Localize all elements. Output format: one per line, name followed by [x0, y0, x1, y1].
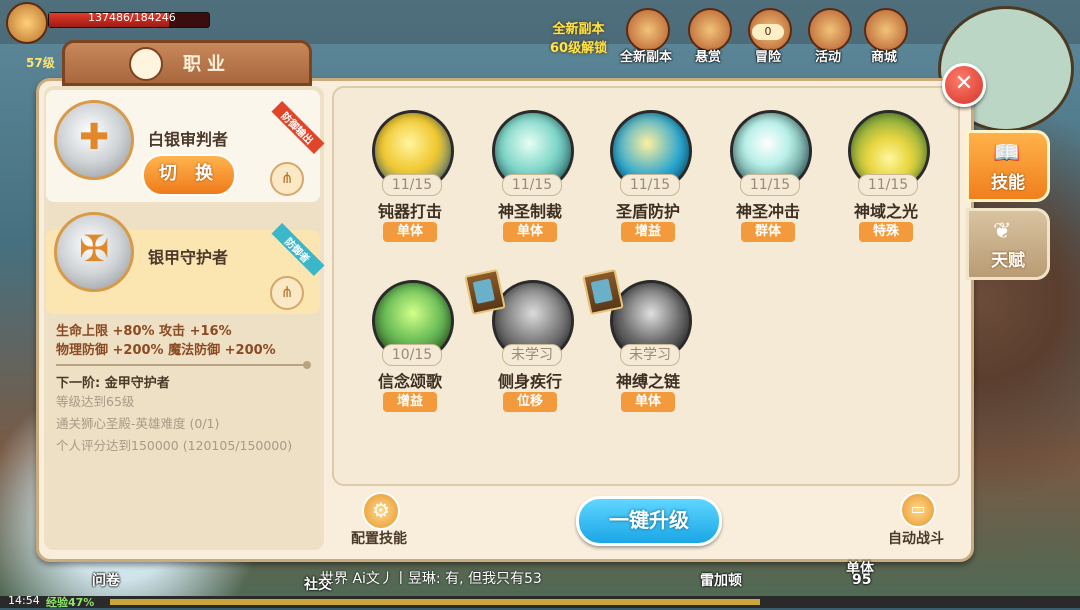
survey-label[interactable]: 问卷 [92, 570, 120, 590]
silver-guardian-emblem-icon: ✠ [54, 212, 134, 292]
silver-judge-emblem-icon: ✚ [54, 100, 134, 180]
close-button[interactable]: ✕ [942, 63, 986, 107]
top-label-shop: 商城 [870, 50, 897, 65]
stat-line: 物理防御 +200% 魔法防御 +200% [56, 343, 276, 358]
skill-tag: 增益 [621, 222, 675, 242]
skill-name: 神圣制裁 [497, 202, 562, 221]
skill-name: 信念颂歌 [377, 372, 442, 391]
skill-tag: 单体 [383, 222, 437, 242]
skill-name: 圣盾防护 [615, 202, 680, 221]
skill-name: 神缚之链 [615, 372, 680, 391]
skill-level: 10/15 [382, 344, 442, 366]
divider [56, 361, 311, 369]
next-tier-title: 下一阶: 金甲守护者 [56, 376, 170, 391]
skill-level: 未学习 [620, 344, 680, 366]
tab-talents-label: 天赋 [991, 251, 1025, 271]
gear-icon: ⚙ [362, 492, 400, 530]
skill-tag: 位移 [503, 392, 557, 412]
monitor-icon: ▭ [900, 492, 936, 528]
player-level: 57级 [26, 56, 55, 70]
skill-level: 11/15 [382, 174, 442, 196]
tab-skills[interactable]: 📖 技能 [966, 130, 1050, 202]
skill-tag: 单体 [621, 392, 675, 412]
skill-level: 11/15 [740, 174, 800, 196]
skill-slot[interactable]: 10/15 信念颂歌 增益 [356, 280, 466, 430]
class-name: 银甲守护者 [148, 248, 229, 267]
class-name: 白银审判者 [148, 130, 229, 149]
stat-line: 生命上限 +80% 攻击 +16% [56, 324, 232, 339]
skill-level: 未学习 [502, 344, 562, 366]
count-label: 95 [852, 572, 872, 588]
compass-icon [129, 47, 163, 81]
tree-icon[interactable]: ⋔ [270, 276, 304, 310]
top-label-bounty: 悬赏 [694, 50, 721, 65]
skill-level: 11/15 [858, 174, 918, 196]
requirement: 个人评分达到150000 (120105/150000) [56, 438, 293, 453]
panel-title-tab: 职业 [62, 40, 312, 86]
social-label[interactable]: 社交 [304, 574, 332, 594]
skill-name: 钝器打击 [377, 202, 442, 221]
skill-name: 神圣冲击 [735, 202, 800, 221]
skill-name: 神域之光 [853, 202, 918, 221]
skill-slot[interactable]: 未学习 侧身疾行 位移 [464, 268, 586, 430]
skill-tag: 单体 [503, 222, 557, 242]
hp-text: 137486/184246 [88, 11, 176, 24]
skill-level: 11/15 [502, 174, 562, 196]
skill-level: 11/15 [620, 174, 680, 196]
requirement: 通关狮心圣殿-英雄难度 (0/1) [56, 416, 220, 431]
requirement: 等级达到65级 [56, 394, 135, 409]
clock: 14:54 [8, 594, 40, 607]
configure-skills-button[interactable]: ⚙ 配置技能 [344, 492, 414, 550]
tree-icon[interactable]: ⋔ [270, 162, 304, 196]
one-click-upgrade-button[interactable]: 一键升级 [576, 496, 722, 546]
skill-slot[interactable]: 11/15 圣盾防护 增益 [594, 110, 704, 260]
skill-slot[interactable]: 11/15 钝器打击 单体 [356, 110, 466, 260]
tab-talents[interactable]: ❦ 天赋 [966, 208, 1050, 280]
auto-battle-button[interactable]: ▭ 自动战斗 [876, 492, 956, 550]
skill-name: 侧身疾行 [497, 372, 562, 391]
skill-tag: 特殊 [859, 222, 913, 242]
avatar[interactable] [6, 2, 48, 44]
top-label-event: 活动 [814, 50, 841, 65]
configure-skills-label: 配置技能 [351, 531, 407, 547]
top-label-new-dungeon: 全新副本 [619, 50, 672, 65]
chat-line[interactable]: 世界 Ai文丿丨昱琳: 有, 但我只有53 [320, 568, 760, 594]
panel-title: 职业 [183, 54, 231, 75]
book-icon: 📖 [993, 141, 1021, 166]
skill-slot[interactable]: 未学习 神缚之链 单体 [582, 268, 704, 430]
new-dungeon-notice: 全新副本 60级解锁 [550, 22, 608, 56]
auto-battle-label: 自动战斗 [888, 531, 944, 547]
skill-slot[interactable]: 11/15 神域之光 特殊 [832, 110, 942, 260]
top-label-adventure: 冒险 [754, 50, 781, 65]
switch-class-button[interactable]: 切 换 [142, 154, 236, 196]
xp-bar-fill [110, 599, 760, 605]
wing-icon: ❦ [993, 219, 1012, 244]
skill-tag: 增益 [383, 392, 437, 412]
skill-tag: 群体 [741, 222, 795, 242]
adventure-badge: 0 [752, 24, 784, 40]
tab-skills-label: 技能 [991, 173, 1025, 193]
skill-slot[interactable]: 11/15 神圣制裁 单体 [476, 110, 586, 260]
skill-slot[interactable]: 11/15 神圣冲击 群体 [714, 110, 824, 260]
location-label: 雷加顿 [700, 573, 742, 589]
